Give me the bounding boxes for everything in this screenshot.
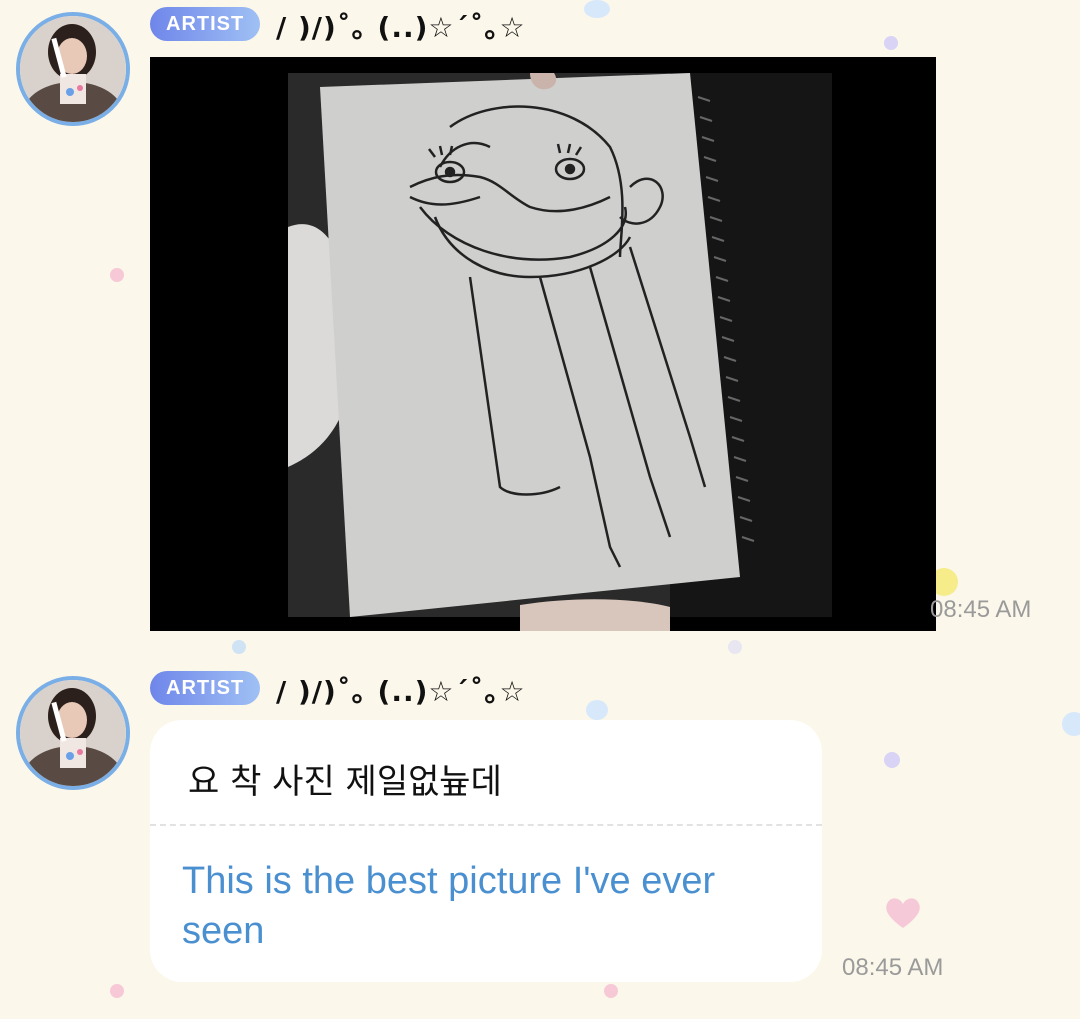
decor-dot bbox=[232, 640, 246, 654]
decor-dot bbox=[728, 640, 742, 654]
shared-image[interactable] bbox=[150, 57, 936, 631]
decor-blob bbox=[584, 0, 610, 18]
decor-dot bbox=[110, 268, 124, 282]
decor-blob bbox=[1062, 712, 1080, 736]
message-timestamp: 08:45 AM bbox=[842, 954, 944, 981]
artist-badge: ARTIST bbox=[150, 7, 261, 41]
decor-dot bbox=[884, 36, 898, 50]
decor-blob bbox=[586, 700, 608, 720]
sender-nickname: / )/)˚｡ (..)☆´˚｡☆ bbox=[276, 11, 526, 44]
translation-divider bbox=[150, 824, 822, 826]
decor-dot bbox=[604, 984, 618, 998]
profile-avatar[interactable] bbox=[16, 676, 130, 790]
decor-dot bbox=[884, 752, 900, 768]
message-timestamp: 08:45 AM bbox=[930, 596, 1032, 623]
message-bubble[interactable]: 요 착 사진 제일없늎데 This is the best picture I'… bbox=[150, 720, 822, 982]
translated-message-text: This is the best picture I've ever seen bbox=[182, 860, 716, 952]
original-message-text: 요 착 사진 제일없늎데 bbox=[188, 762, 502, 802]
sender-nickname: / )/)˚｡ (..)☆´˚｡☆ bbox=[276, 675, 526, 708]
profile-avatar[interactable] bbox=[16, 12, 130, 126]
artist-badge: ARTIST bbox=[150, 671, 261, 705]
heart-icon bbox=[886, 898, 920, 928]
decor-dot bbox=[110, 984, 124, 998]
